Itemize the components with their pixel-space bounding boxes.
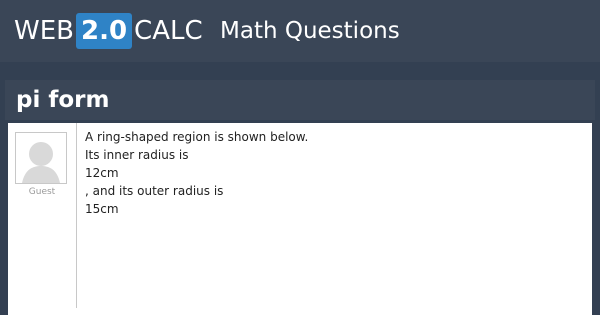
question-line: 15cm [85,202,119,216]
site-header: WEB 2.0 CALC Math Questions [0,0,600,62]
logo-prefix: WEB [14,16,74,46]
question-line: Its inner radius is [85,148,189,162]
section-title[interactable]: Math Questions [220,17,400,45]
logo-suffix: CALC [134,16,203,46]
author-name: Guest [28,187,56,197]
question-line: 12cm [85,166,119,180]
author-column: Guest [8,123,77,308]
logo-version-badge: 2.0 [75,13,133,49]
page-title: pi form [16,87,110,113]
question-title-bar: pi form [5,80,595,120]
question-panel: Guest A ring-shaped region is shown belo… [8,123,592,315]
default-user-avatar-icon [15,132,67,184]
question-line: , and its outer radius is [85,184,224,198]
site-logo[interactable]: WEB 2.0 CALC [14,13,203,49]
question-line: A ring-shaped region is shown below. [85,130,309,144]
question-text: A ring-shaped region is shown below. Its… [85,128,585,218]
